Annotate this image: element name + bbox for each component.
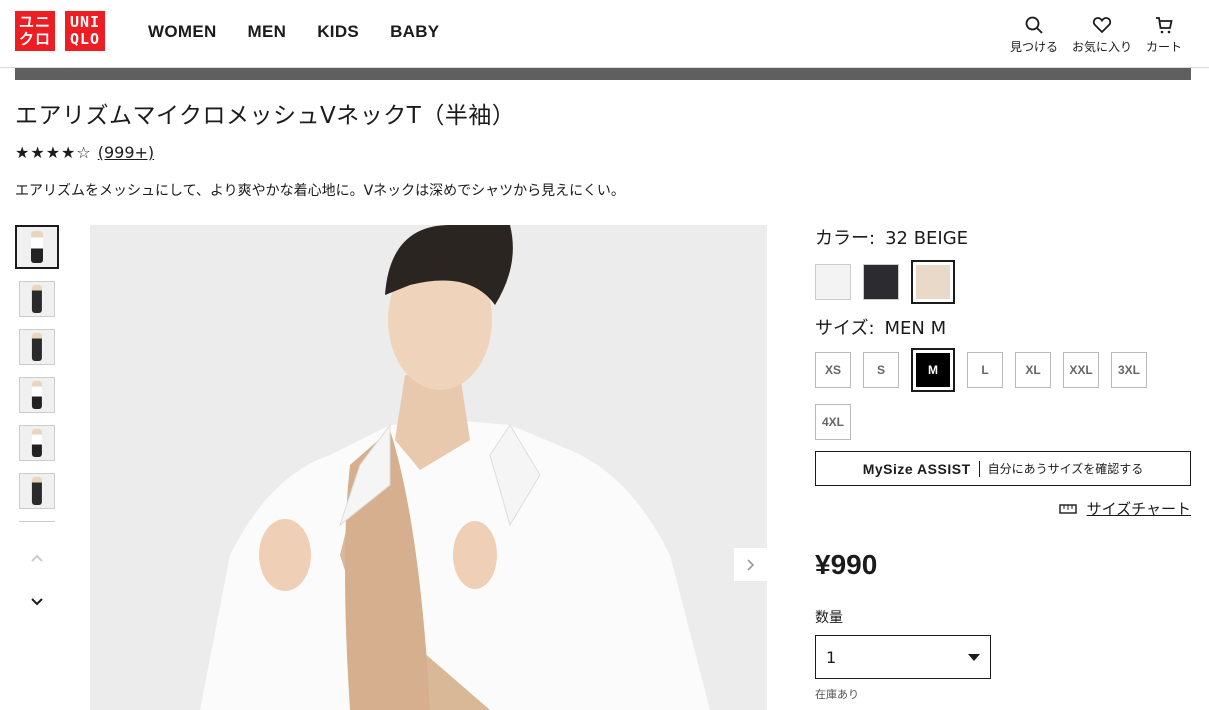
size-3xl[interactable]: 3XL	[1111, 352, 1147, 388]
nav-women[interactable]: WOMEN	[148, 22, 217, 42]
chevron-right-icon	[746, 558, 754, 571]
mysize-brand: MySize ASSIST	[862, 460, 971, 477]
image-next-button[interactable]	[734, 548, 767, 581]
size-xxl[interactable]: XXL	[1063, 352, 1099, 388]
color-swatch-black[interactable]	[863, 264, 899, 300]
logo-latin: UNI QLO	[65, 11, 105, 51]
quantity-select[interactable]: 1	[815, 635, 991, 679]
product-title: エアリズムマイクロメッシュVネックT（半袖）	[15, 103, 516, 129]
nav-kids[interactable]: KIDS	[317, 22, 359, 42]
nav-baby[interactable]: BABY	[390, 22, 439, 42]
logo-katakana: ユニ クロ	[15, 11, 55, 51]
caret-down-icon	[968, 653, 980, 661]
size-4xl[interactable]: 4XL	[815, 404, 851, 440]
color-swatch-white[interactable]	[815, 264, 851, 300]
search-icon	[1025, 16, 1043, 34]
color-label: カラー: 32 BEIGE	[815, 228, 969, 249]
size-m[interactable]: M	[911, 348, 955, 392]
header-actions: 見つける お気に入り カート	[1003, 15, 1189, 55]
size-value: MEN M	[884, 318, 947, 339]
product-price: ¥990	[815, 549, 878, 580]
thumbnail-divider	[19, 521, 55, 522]
uniqlo-logo[interactable]: ユニ クロ UNI QLO	[15, 11, 105, 51]
product-description: エアリズムをメッシュにして、より爽やかな着心地に。Vネックは深めでシャツから見え…	[15, 183, 625, 199]
thumbnail-scroll-up[interactable]	[15, 548, 59, 568]
product-options: カラー: 32 BEIGE サイズ: MEN M XS S M L XL XXL 3…	[815, 224, 1191, 702]
thumbnail-5[interactable]	[19, 425, 55, 461]
mysize-text: 自分にあうサイズを確認する	[987, 462, 1144, 476]
promo-banner[interactable]	[15, 68, 1191, 80]
product-rating: ★★★★☆ (999+)	[15, 143, 154, 162]
thumbnail-1[interactable]	[15, 225, 59, 269]
thumbnail-2[interactable]	[19, 281, 55, 317]
site-header: ユニ クロ UNI QLO WOMEN MEN KIDS BABY 見つける お気に…	[0, 0, 1209, 68]
size-l[interactable]: L	[967, 352, 1003, 388]
search-button[interactable]: 見つける	[1003, 15, 1065, 55]
thumbnail-scroll-down[interactable]	[15, 592, 59, 612]
model-photo	[90, 225, 767, 710]
size-label: サイズ: MEN M	[815, 318, 947, 339]
thumbnail-3[interactable]	[19, 329, 55, 365]
size-chart-label: サイズチャート	[1086, 500, 1191, 518]
chevron-down-icon	[31, 598, 43, 606]
size-xl[interactable]: XL	[1015, 352, 1051, 388]
thumbnail-4[interactable]	[19, 377, 55, 413]
size-s[interactable]: S	[863, 352, 899, 388]
color-swatches	[815, 260, 1191, 304]
ruler-icon	[1058, 503, 1077, 514]
heart-icon	[1092, 17, 1112, 34]
thumbnail-6[interactable]	[19, 473, 55, 509]
color-swatch-beige[interactable]	[911, 260, 955, 304]
size-chart-link[interactable]: サイズチャート	[815, 498, 1191, 519]
thumbnail-list	[15, 225, 59, 612]
size-xs[interactable]: XS	[815, 352, 851, 388]
mysize-assist-button[interactable]: MySize ASSIST 自分にあうサイズを確認する	[815, 451, 1191, 486]
quantity-label: 数量	[815, 610, 843, 626]
mysize-separator	[978, 460, 980, 477]
favorites-button[interactable]: お気に入り	[1065, 15, 1139, 55]
nav-men[interactable]: MEN	[248, 22, 287, 42]
stock-status: 在庫あり	[815, 688, 859, 701]
chevron-up-icon	[31, 554, 43, 562]
main-nav: WOMEN MEN KIDS BABY	[148, 22, 439, 42]
rating-stars: ★★★★☆	[15, 143, 92, 162]
size-options: XS S M L XL XXL 3XL 4XL	[815, 348, 1155, 440]
cart-button[interactable]: カート	[1139, 15, 1189, 55]
review-count-link[interactable]: (999+)	[98, 143, 154, 162]
color-value: 32 BEIGE	[885, 228, 969, 249]
cart-icon	[1155, 17, 1173, 34]
main-product-image[interactable]	[90, 225, 767, 710]
quantity-value: 1	[826, 647, 837, 667]
